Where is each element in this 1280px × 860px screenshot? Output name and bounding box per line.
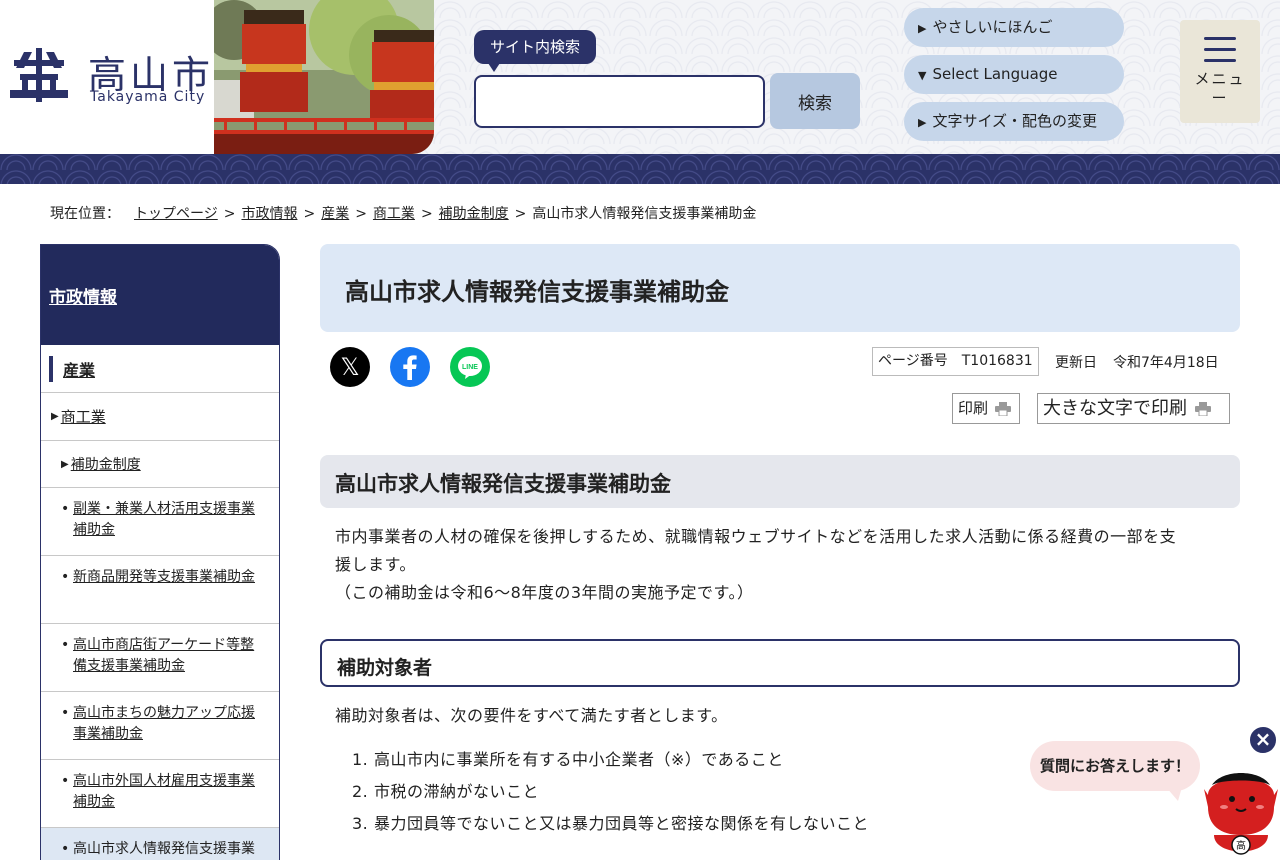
facebook-share-icon[interactable] [390, 347, 430, 387]
sidebar-item-sangyo[interactable]: 産業 [41, 345, 279, 393]
site-logo[interactable]: 高山市 Takayama City [0, 0, 214, 154]
printer-icon [994, 401, 1011, 416]
site-header: 高山市 Takayama City サイト内検索 検索 ▶ やさしいにほんご ▼… [0, 0, 1280, 184]
x-share-icon[interactable]: 𝕏 [330, 347, 370, 387]
select-language-button[interactable]: ▼ Select Language [904, 55, 1124, 94]
printer-icon [1194, 402, 1211, 416]
city-emblem-icon [10, 48, 68, 102]
chatbot-mascot-icon[interactable]: 高 [1202, 765, 1280, 860]
site-search-label: サイト内検索 [474, 30, 597, 72]
sidebar-item-miryoku[interactable]: • 高山市まちの魅力アップ応援事業補助金 [41, 692, 279, 760]
page-number: ページ番号 T1016831 [872, 347, 1039, 376]
wave-band [0, 154, 1280, 184]
sidebar-item-gaikokujin[interactable]: • 高山市外国人材雇用支援事業補助金 [41, 760, 279, 828]
line-share-icon[interactable]: LINE [450, 347, 490, 387]
print-button[interactable]: 印刷 [952, 393, 1020, 424]
breadcrumb-current: 高山市求人情報発信支援事業補助金 [532, 206, 757, 222]
text-size-color-label: 文字サイズ・配色の変更 [932, 112, 1098, 130]
festival-float-photo [214, 0, 434, 154]
intro-paragraph: 市内事業者の人材の確保を後押しするため、就職情報ウェブサイトなどを活用した求人活… [335, 527, 1177, 602]
list-item: 3. 暴力団員等でないこと又は暴力団員等と密接な関係を有しないこと [352, 814, 870, 833]
breadcrumb-sangyo[interactable]: 産業 [321, 206, 349, 222]
chatbot-bubble[interactable]: 質問にお答えします！ [1030, 741, 1200, 801]
easy-japanese-label: やさしいにほんご [932, 18, 1053, 36]
subheading-target: 補助対象者 [320, 639, 1240, 687]
search-button[interactable]: 検索 [770, 73, 860, 129]
triangle-down-icon: ▼ [918, 69, 927, 82]
breadcrumb-hojokin[interactable]: 補助金制度 [439, 206, 509, 222]
sidebar-heading[interactable]: 市政情報 [41, 245, 279, 345]
breadcrumb-label: 現在位置： [50, 206, 120, 222]
sidebar-item-shokogyo[interactable]: ▶ 商工業 [41, 393, 279, 441]
menu-label: メニュー [1194, 70, 1246, 107]
list-item: 2. 市税の滞納がないこと [352, 782, 540, 801]
sidebar-item-hojokin[interactable]: ▶ 補助金制度 [41, 441, 279, 488]
triangle-right-icon: ▶ [51, 411, 59, 422]
hamburger-icon [1204, 37, 1236, 40]
print-large-button[interactable]: 大きな文字で印刷 [1037, 393, 1230, 424]
header-main: 高山市 Takayama City サイト内検索 検索 ▶ やさしいにほんご ▼… [0, 0, 1270, 154]
text-size-color-button[interactable]: ▶ 文字サイズ・配色の変更 [904, 102, 1124, 141]
breadcrumb: 現在位置： トップページ > 市政情報 > 産業 > 商工業 > 補助金制度 > 高山市求人情報発信支… [50, 206, 757, 222]
mascot-badge-text: 高 [1236, 839, 1246, 852]
triangle-right-icon: ▶ [918, 116, 927, 129]
list-item: 1. 高山市内に事業所を有する中小企業者（※）であること [352, 750, 784, 769]
breadcrumb-shisei[interactable]: 市政情報 [241, 206, 297, 222]
updated-date: 更新日 令和7年4月18日 [1055, 355, 1219, 371]
sidebar-item-arcade[interactable]: • 高山市商店街アーケード等整備支援事業補助金 [41, 624, 279, 692]
sidebar-nav: 市政情報 産業 ▶ 商工業 ▶ 補助金制度 • 副業・兼業人材活用支援事業補助金 • 新… [40, 244, 280, 860]
triangle-right-icon: ▶ [918, 22, 927, 35]
logo-text-en: Takayama City [90, 89, 206, 105]
breadcrumb-top[interactable]: トップページ [134, 206, 218, 222]
sidebar-item-shinshohin[interactable]: • 新商品開発等支援事業補助金 [41, 556, 279, 624]
svg-text:LINE: LINE [462, 364, 478, 371]
sidebar-item-kyujin[interactable]: •高山市求人情報発信支援事業補助金 [41, 828, 279, 860]
requirements-list: 1. 高山市内に事業所を有する中小企業者（※）であること 2. 市税の滞納がないこと… [352, 744, 869, 840]
close-icon[interactable]: × [1248, 725, 1278, 755]
site-search-input[interactable] [474, 75, 765, 128]
menu-button[interactable]: メニュー [1180, 20, 1260, 123]
page-title: 高山市求人情報発信支援事業補助金 [345, 278, 729, 306]
triangle-right-icon: ▶ [61, 458, 69, 470]
page-title-box: 高山市求人情報発信支援事業補助金 [320, 244, 1240, 332]
sidebar-item-fukugyo[interactable]: • 副業・兼業人材活用支援事業補助金 [41, 488, 279, 556]
easy-japanese-button[interactable]: ▶ やさしいにほんご [904, 8, 1124, 47]
select-language-label: Select Language [932, 65, 1058, 83]
breadcrumb-shokogyo[interactable]: 商工業 [373, 206, 415, 222]
section-heading: 高山市求人情報発信支援事業補助金 [320, 455, 1240, 508]
target-intro: 補助対象者は、次の要件をすべて満たす者とします。 [335, 706, 728, 725]
